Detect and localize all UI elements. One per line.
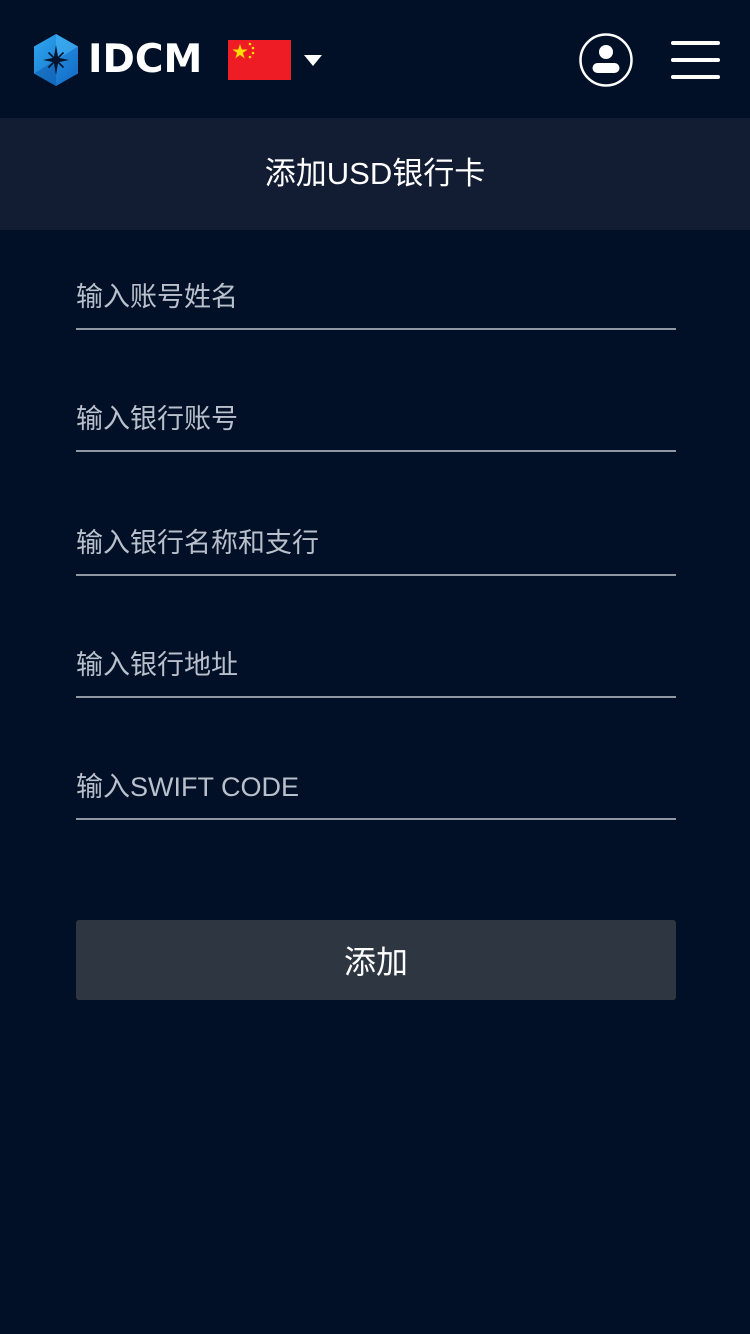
page-header: 添加USD银行卡 <box>0 118 750 230</box>
logo-text: IDCM <box>88 37 203 82</box>
brand-logo[interactable]: IDCM <box>32 33 202 87</box>
swift-code-field-wrapper <box>76 756 676 820</box>
hamburger-menu-button[interactable] <box>671 41 720 79</box>
bank-address-input[interactable] <box>76 634 676 696</box>
language-selector[interactable] <box>228 40 322 80</box>
swift-code-input[interactable] <box>76 756 676 818</box>
bank-account-input[interactable] <box>76 388 676 450</box>
hexagon-star-logo-icon <box>34 34 78 86</box>
bank-name-branch-field-wrapper <box>76 512 676 576</box>
china-flag-icon <box>228 40 291 80</box>
bank-account-field-wrapper <box>76 388 676 452</box>
user-account-button[interactable] <box>579 33 633 87</box>
bank-address-field-wrapper <box>76 634 676 698</box>
page-title: 添加USD银行卡 <box>264 156 486 191</box>
user-icon <box>579 33 633 87</box>
top-nav-bar: IDCM <box>0 0 750 118</box>
add-button[interactable]: 添加 <box>76 920 676 1000</box>
caret-down-icon <box>304 54 322 66</box>
bank-name-branch-input[interactable] <box>76 512 676 574</box>
account-name-field-wrapper <box>76 266 676 330</box>
account-name-input[interactable] <box>76 266 676 328</box>
hamburger-menu-icon <box>671 41 720 79</box>
